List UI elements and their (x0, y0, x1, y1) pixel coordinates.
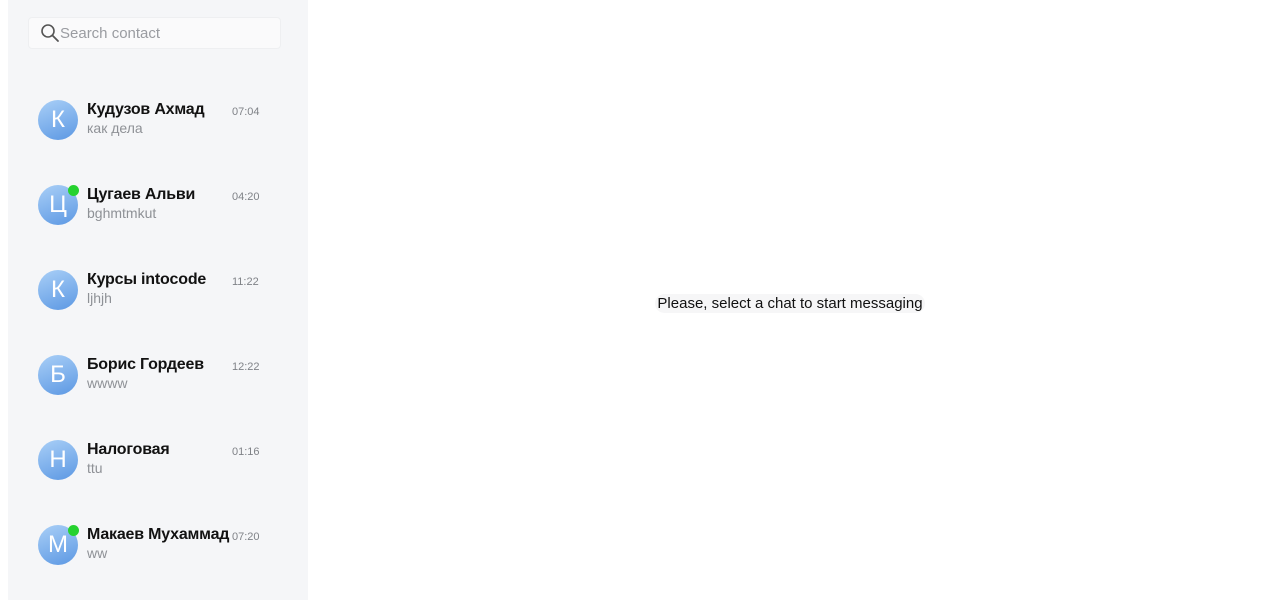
last-message: ljhjh (87, 290, 112, 306)
messenger-app: К Кудузов Ахмад как дела 07:04 Ц Цугаев … (0, 0, 1280, 600)
avatar: М (38, 525, 79, 565)
message-time: 11:22 (232, 276, 259, 288)
search-box[interactable] (28, 17, 281, 49)
message-time: 01:16 (232, 446, 260, 458)
contact-name: Борис Гордеев (87, 356, 204, 373)
avatar-initial: К (51, 106, 65, 133)
avatar-initial: Н (49, 446, 67, 473)
contact-item[interactable]: Н Налоговая ttu 01:16 (8, 418, 308, 503)
search-input[interactable] (60, 19, 270, 47)
empty-chat-message: Please, select a chat to start messaging (657, 295, 923, 312)
contact-item[interactable]: Ц Цугаев Альви bghmtmkut 04:20 (8, 163, 308, 248)
contact-list: К Кудузов Ахмад как дела 07:04 Ц Цугаев … (8, 78, 308, 588)
message-time: 07:04 (232, 106, 260, 118)
contact-name: Макаев Мухаммад (87, 526, 230, 543)
avatar-initial: М (48, 531, 68, 558)
contact-name: Курсы intocode (87, 271, 207, 288)
avatar-initial: Б (50, 361, 66, 388)
last-message: как дела (87, 120, 143, 136)
avatar: Б (38, 355, 78, 395)
contact-item[interactable]: К Кудузов Ахмад как дела 07:04 (8, 78, 308, 163)
avatar: Н (38, 440, 78, 480)
avatar-initial: Ц (49, 191, 67, 218)
contact-item[interactable]: М Макаев Мухаммад ww 07:20 (8, 503, 308, 588)
contact-name: Цугаев Альви (87, 186, 196, 203)
avatar: К (38, 100, 78, 140)
message-time: 04:20 (232, 191, 260, 203)
empty-chat-notice: Please, select a chat to start messaging (655, 294, 925, 313)
last-message: bghmtmkut (87, 205, 157, 221)
search-icon (40, 23, 60, 43)
last-message: ww (87, 545, 108, 561)
chat-area: Please, select a chat to start messaging (308, 0, 1280, 600)
last-message: ttu (87, 460, 103, 476)
contacts-sidebar: К Кудузов Ахмад как дела 07:04 Ц Цугаев … (8, 0, 308, 600)
contact-name: Налоговая (87, 441, 170, 458)
message-time: 12:22 (232, 361, 260, 373)
contact-name: Кудузов Ахмад (87, 101, 205, 118)
message-time: 07:20 (232, 531, 260, 543)
avatar: К (38, 270, 78, 310)
avatar: Ц (38, 185, 79, 225)
online-indicator (68, 525, 79, 536)
contact-item[interactable]: К Курсы intocode ljhjh 11:22 (8, 248, 308, 333)
online-indicator (68, 185, 79, 196)
contact-item[interactable]: Б Борис Гордеев wwww 12:22 (8, 333, 308, 418)
last-message: wwww (87, 375, 128, 391)
avatar-initial: К (51, 276, 65, 303)
